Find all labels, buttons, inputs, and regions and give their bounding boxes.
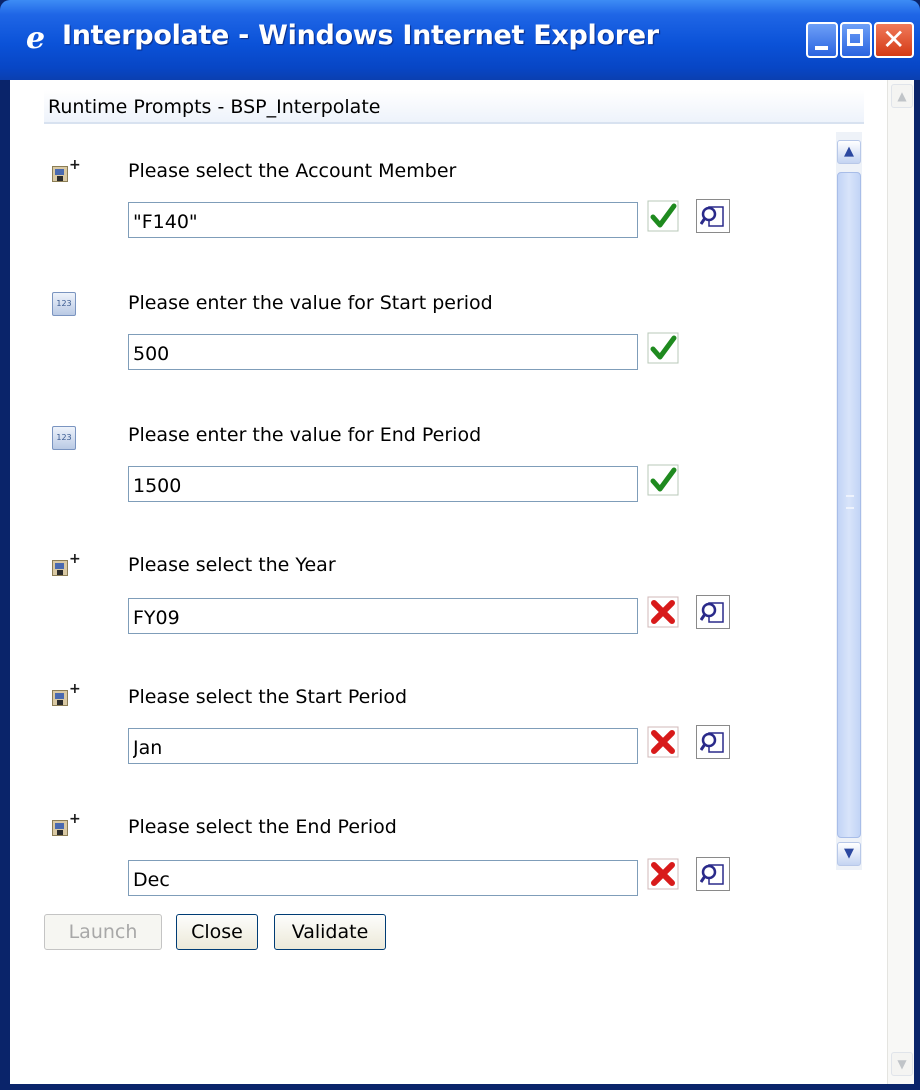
invalid-x-icon	[647, 726, 679, 758]
maximize-button[interactable]	[840, 22, 872, 58]
start-period-value-input[interactable]	[128, 334, 638, 370]
member-selection-icon: +	[52, 682, 81, 708]
prompt-label: Please select the End Period	[128, 816, 397, 838]
member-lookup-button[interactable]	[696, 595, 730, 629]
prompt-label: Please select the Year	[128, 554, 336, 576]
numeric-entry-icon: 123	[52, 424, 78, 450]
page-scroll-up-icon[interactable]: ▲	[891, 84, 913, 108]
close-button[interactable]: Close	[176, 914, 258, 950]
launch-button[interactable]: Launch	[44, 914, 162, 950]
magnifier-icon	[700, 732, 724, 753]
valid-check-icon	[647, 464, 679, 496]
page-scrollbar[interactable]: ▲ ▼	[887, 80, 914, 1084]
prompt-label: Please select the Start Period	[128, 686, 408, 708]
valid-check-icon	[647, 332, 679, 364]
prompts-scrollbar[interactable]: ▲ ▼	[836, 132, 862, 870]
browser-window: e Interpolate - Windows Internet Explore…	[0, 0, 920, 1090]
numeric-entry-icon: 123	[52, 290, 78, 316]
member-lookup-button[interactable]	[696, 199, 730, 233]
scroll-up-arrow-icon[interactable]: ▲	[837, 140, 861, 164]
scroll-grip-icon	[846, 495, 854, 509]
end-period-value-input[interactable]	[128, 466, 638, 502]
minimize-button[interactable]	[806, 22, 838, 58]
prompt-label: Please enter the value for End Period	[128, 424, 482, 446]
start-period-input[interactable]	[128, 728, 638, 764]
invalid-x-icon	[647, 858, 679, 890]
valid-check-icon	[647, 200, 679, 232]
maximize-icon	[847, 29, 863, 46]
member-selection-icon: +	[52, 158, 81, 184]
year-input[interactable]	[128, 598, 638, 634]
prompt-header: Runtime Prompts - BSP_Interpolate	[44, 90, 864, 124]
magnifier-icon	[700, 864, 724, 885]
title-bar[interactable]: e Interpolate - Windows Internet Explore…	[0, 0, 920, 80]
magnifier-icon	[700, 206, 724, 227]
member-selection-icon: +	[52, 552, 81, 578]
member-lookup-button[interactable]	[696, 857, 730, 891]
prompt-label: Please select the Account Member	[128, 160, 457, 182]
member-selection-icon: +	[52, 812, 81, 838]
close-window-button[interactable]: ✕	[874, 22, 914, 58]
prompt-label: Please enter the value for Start period	[128, 292, 493, 314]
page-content: Runtime Prompts - BSP_Interpolate ▲ ▼ ▲ …	[10, 80, 914, 1084]
close-icon: ✕	[882, 23, 906, 56]
scroll-down-arrow-icon[interactable]: ▼	[837, 842, 861, 866]
magnifier-icon	[700, 602, 724, 623]
minimize-icon	[815, 46, 828, 50]
window-title: Interpolate - Windows Internet Explorer	[62, 20, 659, 51]
ie-icon: e	[26, 21, 46, 56]
prompt-header-title: Runtime Prompts - BSP_Interpolate	[48, 96, 381, 118]
invalid-x-icon	[647, 596, 679, 628]
end-period-input[interactable]	[128, 860, 638, 896]
validate-button[interactable]: Validate	[274, 914, 386, 950]
scroll-thumb[interactable]	[837, 172, 861, 838]
page-scroll-down-icon[interactable]: ▼	[891, 1052, 913, 1076]
member-lookup-button[interactable]	[696, 725, 730, 759]
account-member-input[interactable]	[128, 202, 638, 238]
